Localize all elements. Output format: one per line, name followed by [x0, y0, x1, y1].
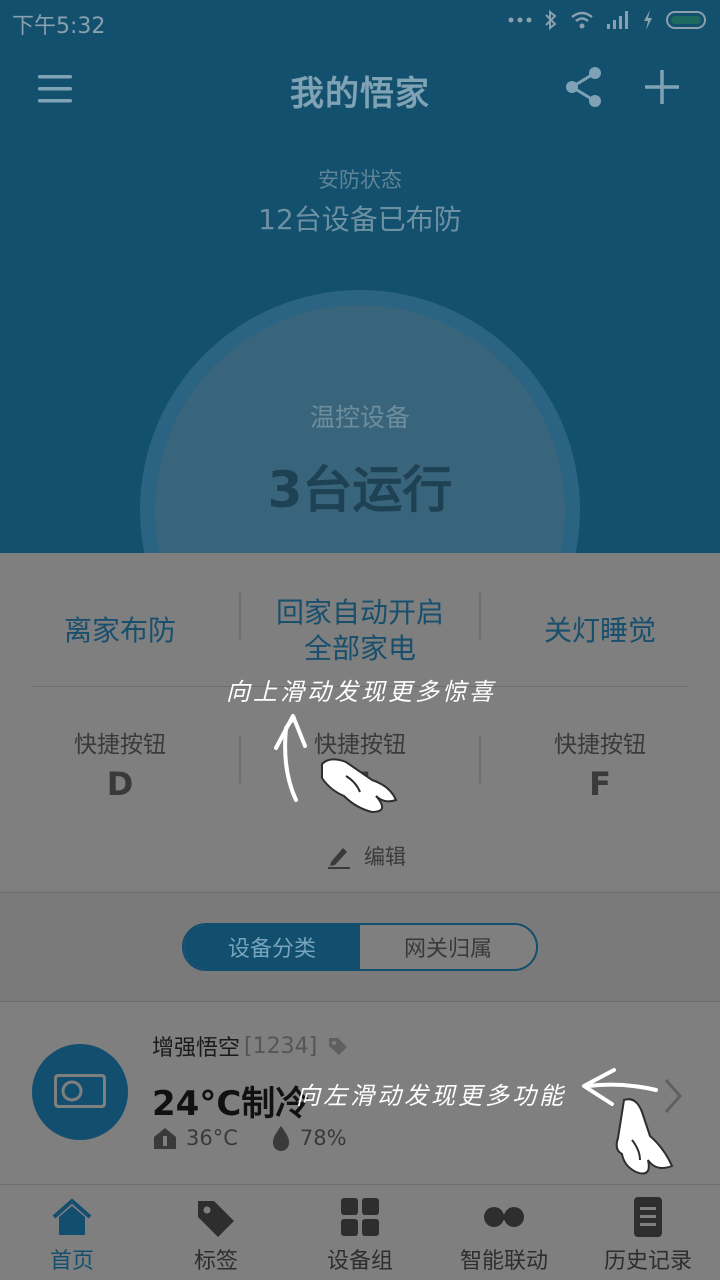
segment-strip: 设备分类 网关归属 — [0, 892, 720, 1002]
scene-leave-home[interactable]: 离家布防 — [0, 587, 240, 675]
bottom-nav: 首页 标签 设备组 智能联动 历史记录 — [0, 1184, 720, 1280]
scene-come-home-label-line1: 回家自动开启 — [275, 596, 444, 629]
quick-button-f[interactable]: 快捷按钮 F — [480, 725, 720, 815]
app-bar: 我的悟家 — [0, 40, 720, 136]
device-meta: 36°C 78% — [152, 1124, 347, 1152]
header-area: 下午5:32 我的悟家 安防状态 12台设备已布防 温控设备 3台运行 — [0, 0, 720, 553]
scene-leave-home-label: 离家布防 — [63, 614, 176, 647]
share-icon — [566, 67, 601, 107]
scene-come-home-label-line2: 全部家电 — [303, 632, 416, 665]
aircon-icon — [32, 1044, 128, 1140]
share-button[interactable] — [562, 64, 610, 116]
status-icons — [508, 8, 710, 32]
thermo-value: 3台运行 — [267, 461, 453, 519]
scene-sleep-label: 关灯睡觉 — [543, 614, 656, 647]
history-icon — [634, 1197, 662, 1237]
quick-button-d[interactable]: 快捷按钮 D — [0, 725, 240, 815]
pencil-icon — [328, 848, 350, 869]
quick-button-e[interactable]: 快捷按钮 E — [240, 725, 480, 815]
link-icon — [484, 1207, 524, 1227]
tag-icon — [198, 1201, 234, 1237]
swipe-left-hint: 向左滑动发现更多功能 — [296, 1082, 566, 1110]
quick-button-label: 快捷按钮 — [314, 732, 406, 758]
device-humidity: 78% — [299, 1126, 347, 1150]
signal-icon — [607, 11, 628, 29]
nav-device-groups[interactable]: 设备组 — [288, 1185, 432, 1280]
segment-gateway[interactable]: 网关归属 — [360, 925, 536, 969]
scene-sleep[interactable]: 关灯睡觉 — [480, 587, 720, 675]
humidity-icon — [272, 1126, 289, 1151]
status-time: 下午5:32 — [12, 14, 106, 39]
wifi-icon — [571, 11, 593, 29]
edit-button[interactable]: 编辑 — [326, 841, 406, 871]
add-button[interactable] — [640, 64, 688, 116]
status-bar: 下午5:32 — [0, 0, 720, 40]
nav-device-groups-label: 设备组 — [326, 1249, 393, 1274]
quick-button-letter: F — [589, 765, 611, 803]
nav-history-label: 历史记录 — [603, 1249, 692, 1274]
battery-icon — [666, 11, 706, 29]
chevron-right-icon[interactable] — [660, 1076, 686, 1116]
security-status-label: 安防状态 — [318, 168, 402, 192]
device-temperature: 36°C — [186, 1126, 238, 1150]
quick-button-label: 快捷按钮 — [74, 732, 166, 758]
more-dots-icon — [508, 17, 532, 23]
segment-control: 设备分类 网关归属 — [182, 923, 538, 971]
security-status-value: 12台设备已布防 — [258, 203, 462, 236]
nav-smart-link[interactable]: 智能联动 — [432, 1185, 576, 1280]
edit-label: 编辑 — [364, 845, 406, 869]
quick-button-letter: D — [106, 765, 134, 803]
thermo-label: 温控设备 — [309, 403, 410, 432]
home-icon — [52, 1198, 92, 1235]
device-name-row: 增强悟空 [1234] — [152, 1030, 349, 1062]
scene-panel: 离家布防 回家自动开启 全部家电 关灯睡觉 快捷按钮 D 快捷按钮 E 快捷按钮… — [0, 553, 720, 891]
segment-device-category[interactable]: 设备分类 — [184, 925, 360, 969]
nav-history[interactable]: 历史记录 — [576, 1185, 720, 1280]
scene-come-home[interactable]: 回家自动开启 全部家电 — [240, 587, 480, 675]
plus-icon — [645, 70, 679, 104]
nav-home[interactable]: 首页 — [0, 1185, 144, 1280]
device-name: 增强悟空 — [152, 1036, 241, 1061]
quick-button-letter: E — [349, 765, 371, 803]
grid-icon — [341, 1198, 379, 1236]
swipe-up-hint: 向上滑动发现更多惊喜 — [226, 678, 496, 706]
nav-tags[interactable]: 标签 — [144, 1185, 288, 1280]
tag-small-icon — [329, 1038, 348, 1055]
bluetooth-icon — [545, 9, 557, 31]
home-temp-icon — [154, 1128, 176, 1149]
quick-button-label: 快捷按钮 — [554, 732, 646, 758]
nav-smart-link-label: 智能联动 — [459, 1249, 548, 1274]
charging-icon — [644, 10, 652, 30]
device-status: 24°C制冷 — [152, 1084, 310, 1124]
nav-tags-label: 标签 — [193, 1249, 238, 1274]
nav-home-label: 首页 — [49, 1249, 94, 1274]
page-title: 我的悟家 — [290, 74, 430, 114]
device-id: [1234] — [244, 1033, 318, 1059]
